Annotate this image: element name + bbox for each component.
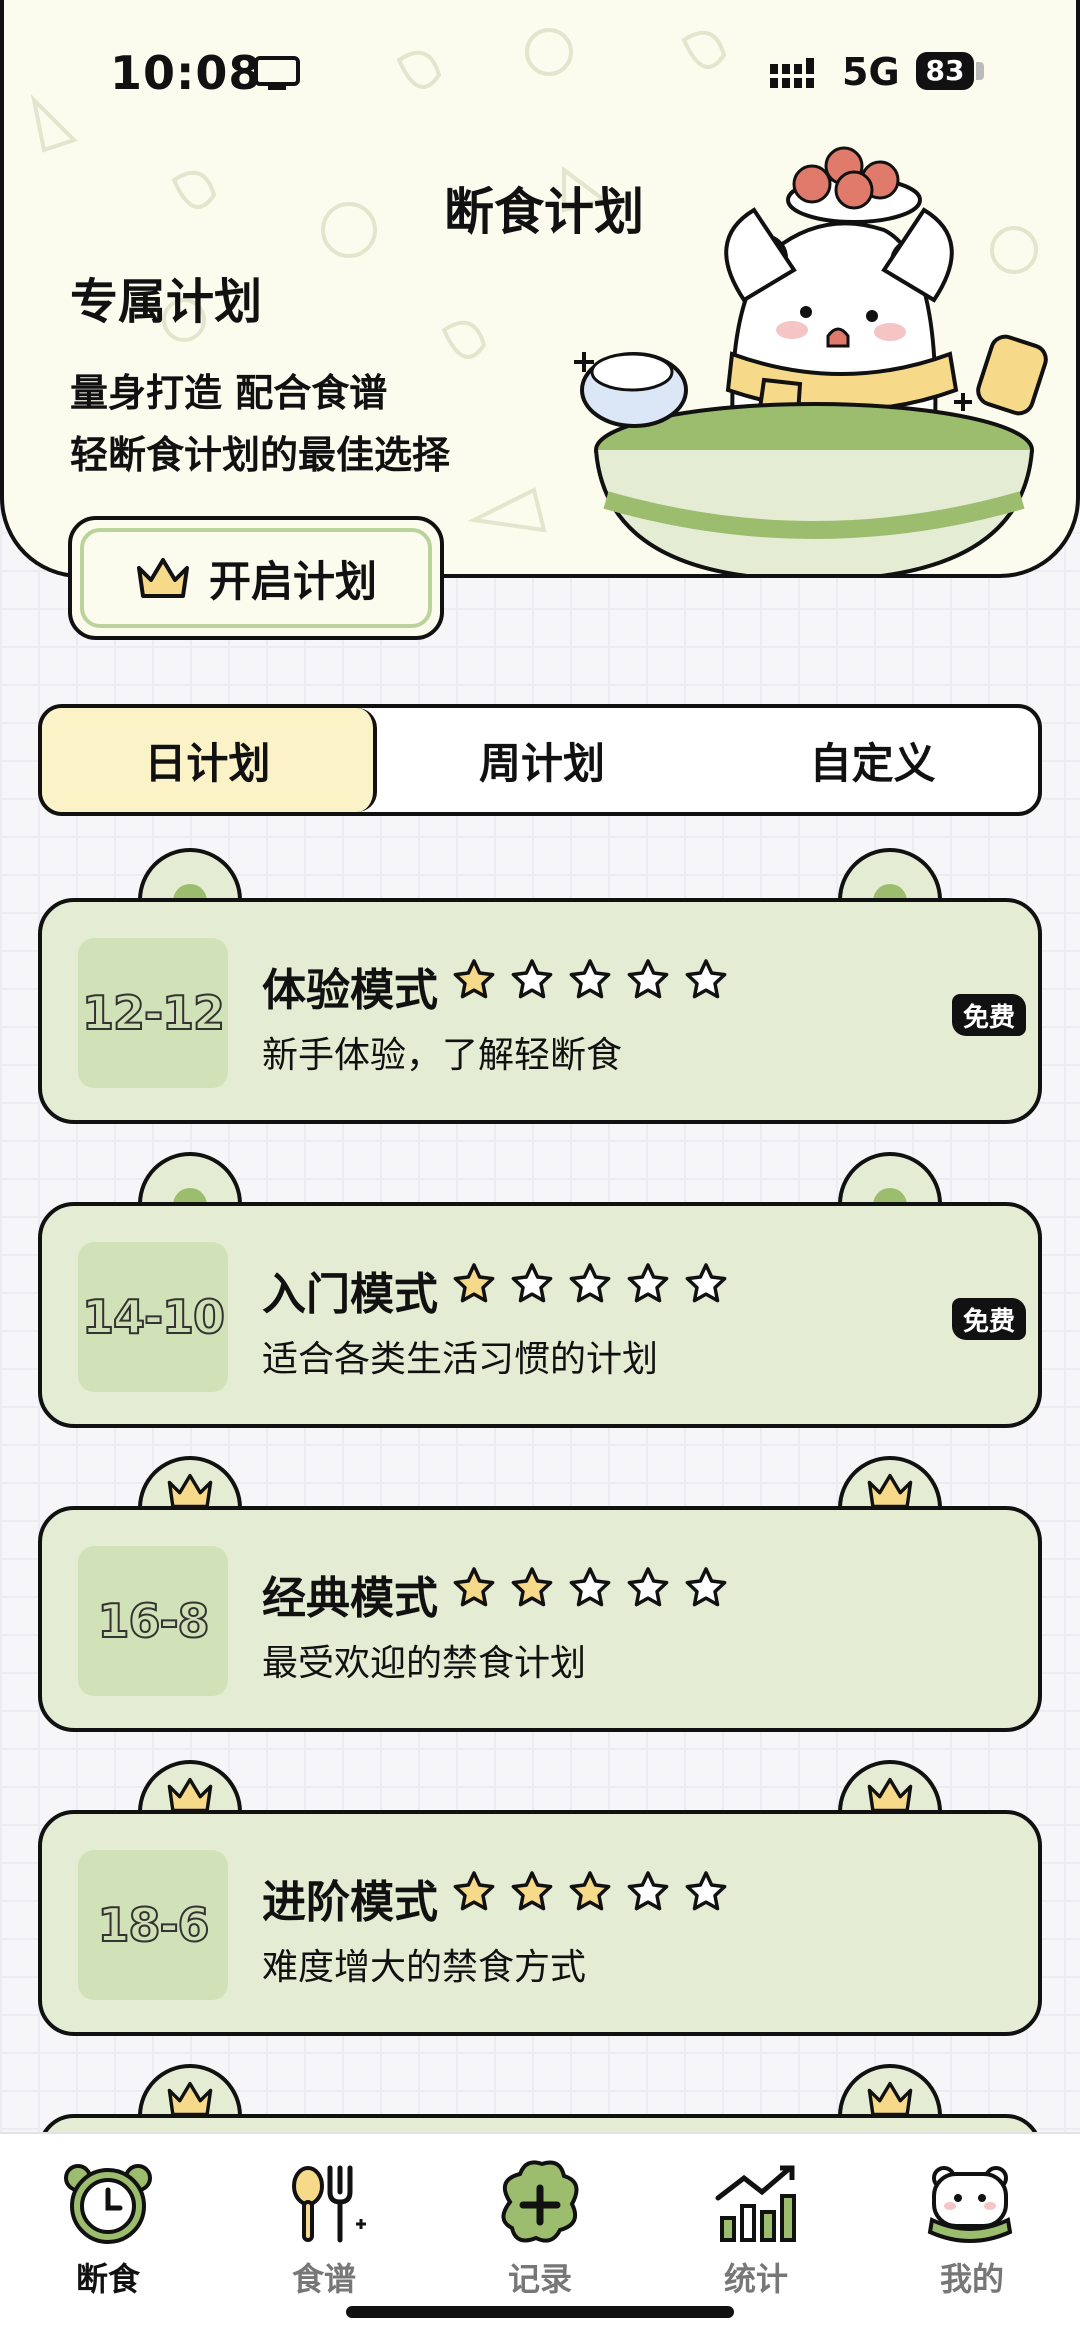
start-plan-button-inner: 开启计划 [80,528,432,628]
tab-custom-plan[interactable]: 自定义 [707,708,1038,812]
battery-indicator: 83 [916,52,974,90]
crown-icon [167,1473,213,1509]
star-filled-icon [453,1567,495,1607]
network-type: 5G [842,50,900,94]
star-filled-icon [569,1871,611,1911]
free-badge: 免费 [952,1298,1026,1340]
plan-ratio-box: 16-8 [78,1546,228,1696]
plan-name: 进阶模式 [262,1877,438,1928]
nav-recipes[interactable]: 食谱 [244,2158,404,2300]
plan-card-body: 12-12 体验模式 新手体验，了解轻断食 免费 [38,898,1042,1124]
plan-ratio-box: 12-12 [78,938,228,1088]
status-bar: 10:08 5G 83 [4,0,1076,140]
star-empty-icon [627,1871,669,1911]
nav-label: 食谱 [291,2260,356,2298]
battery-tip [976,62,984,80]
plan-card-body: 18-6 进阶模式 难度增大的禁食方式 [38,1810,1042,2036]
crown-icon [136,558,189,598]
plan-ratio: 16-8 [96,1593,210,1649]
star-empty-icon [685,1567,727,1607]
plan-ratio-box: 14-10 [78,1242,228,1392]
plan-description: 难度增大的禁食方式 [262,1947,587,1988]
crown-icon [867,2081,913,2117]
nav-label: 我的 [939,2260,1004,2298]
plan-card-body: 16-8 经典模式 最受欢迎的禁食计划 [38,1506,1042,1732]
difficulty-stars [452,958,728,1000]
crown-icon [867,1777,913,1813]
plan-name: 经典模式 [262,1573,438,1624]
plan-card-classic[interactable]: 16-8 经典模式 最受欢迎的禁食计划 [38,1456,1042,1732]
star-empty-icon [627,959,669,999]
plan-ratio-box: 18-6 [78,1850,228,2000]
plan-name: 入门模式 [262,1269,438,1320]
crown-icon [167,1777,213,1813]
star-empty-icon [569,1567,611,1607]
star-empty-icon [627,1567,669,1607]
star-filled-icon [453,1871,495,1911]
start-plan-label: 开启计划 [208,556,377,606]
plan-card-experience[interactable]: 12-12 体验模式 新手体验，了解轻断食 免费 [38,848,1042,1124]
plan-description: 最受欢迎的禁食计划 [262,1643,587,1684]
hero-tagline-1: 量身打造 配合食谱 [70,371,388,415]
home-indicator [346,2306,734,2318]
nav-stats[interactable]: 统计 [676,2158,836,2300]
plan-period-tabs: 日计划 周计划 自定义 [38,704,1042,816]
screen-mirroring-icon [254,56,300,90]
hero-banner: 10:08 5G 83 断食计划 专属计划 量身打造 配合食谱 轻断食计划的最佳… [0,0,1080,578]
difficulty-stars [452,1870,728,1912]
plan-description: 新手体验，了解轻断食 [262,1035,623,1076]
hero-tagline-2: 轻断食计划的最佳选择 [70,433,451,477]
star-filled-icon [511,1567,553,1607]
utensils-icon [292,2165,366,2243]
star-filled-icon [453,1263,495,1303]
add-record-icon [501,2160,579,2243]
nav-label: 记录 [507,2260,572,2298]
difficulty-stars [452,1566,728,1608]
plan-ratio: 12-12 [81,985,226,1041]
plan-description: 适合各类生活习惯的计划 [262,1339,659,1380]
star-empty-icon [685,959,727,999]
bear-mascot-illustration [574,146,1048,574]
star-empty-icon [569,959,611,999]
plan-card-advanced[interactable]: 18-6 进阶模式 难度增大的禁食方式 [38,1760,1042,2036]
nav-fasting[interactable]: 断食 [28,2158,188,2300]
free-badge: 免费 [952,994,1026,1036]
nav-label: 断食 [75,2260,140,2298]
star-filled-icon [453,959,495,999]
difficulty-stars [452,1262,728,1304]
tab-daily-plan[interactable]: 日计划 [42,708,377,812]
star-filled-icon [511,1871,553,1911]
hero-subtitle: 专属计划 [70,274,263,330]
crown-icon [167,2081,213,2117]
star-empty-icon [685,1871,727,1911]
start-plan-button[interactable]: 开启计划 [68,516,444,640]
plan-card-beginner[interactable]: 14-10 入门模式 适合各类生活习惯的计划 免费 [38,1152,1042,1428]
star-empty-icon [627,1263,669,1303]
nav-record[interactable]: 记录 [460,2158,620,2300]
nav-profile[interactable]: 我的 [892,2158,1052,2300]
clock-icon [64,2164,152,2244]
plan-ratio: 18-6 [96,1897,210,1953]
profile-bear-icon [927,2166,1013,2243]
plan-ratio: 14-10 [81,1289,226,1345]
star-empty-icon [569,1263,611,1303]
star-empty-icon [511,1263,553,1303]
plan-card-body: 14-10 入门模式 适合各类生活习惯的计划 免费 [38,1202,1042,1428]
status-time: 10:08 [110,46,262,100]
star-empty-icon [511,959,553,999]
plan-name: 体验模式 [262,965,438,1016]
signal-icon [770,58,814,88]
tab-weekly-plan[interactable]: 周计划 [377,708,708,812]
crown-icon [867,1473,913,1509]
stats-icon [715,2165,796,2242]
nav-label: 统计 [723,2260,788,2298]
star-empty-icon [685,1263,727,1303]
